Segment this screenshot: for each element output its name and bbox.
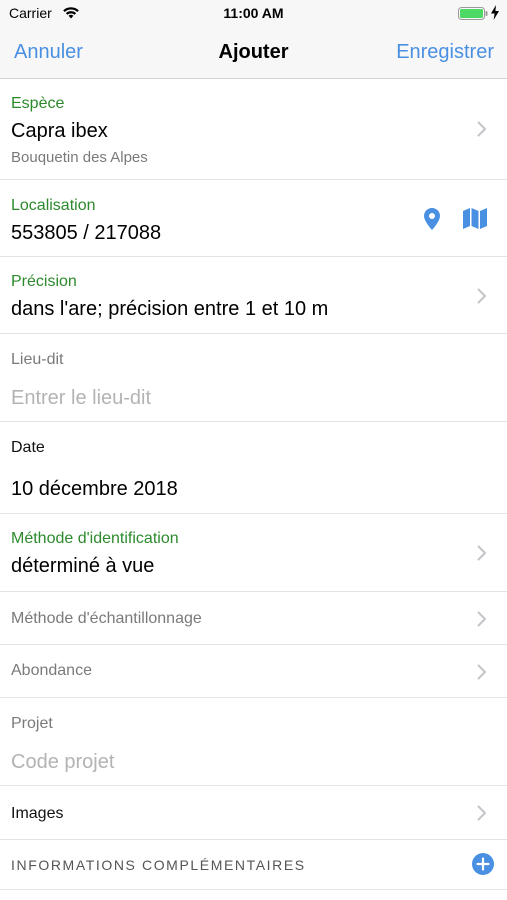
additional-info-section: INFORMATIONS COMPLÉMENTAIRES xyxy=(0,840,507,890)
identification-method-label: Méthode d'identification xyxy=(11,530,179,547)
location-row: Localisation 553805 / 217088 xyxy=(0,180,507,257)
navigation-bar: Annuler Ajouter Enregistrer xyxy=(0,26,507,79)
additional-info-title: INFORMATIONS COMPLÉMENTAIRES xyxy=(11,857,306,873)
save-button[interactable]: Enregistrer xyxy=(396,41,494,64)
status-bar: Carrier 11:00 AM xyxy=(0,0,507,26)
identification-method-value: déterminé à vue xyxy=(11,555,155,577)
species-common-name: Bouquetin des Alpes xyxy=(11,149,148,166)
location-pin-icon[interactable] xyxy=(424,208,440,235)
date-label: Date xyxy=(11,439,45,456)
abundance-row[interactable]: Abondance xyxy=(0,645,507,698)
precision-label: Précision xyxy=(11,273,77,290)
chevron-right-icon xyxy=(477,611,487,627)
clock-label: 11:00 AM xyxy=(223,5,284,21)
add-circle-icon[interactable] xyxy=(472,853,494,880)
chevron-right-icon xyxy=(477,545,487,561)
project-code-input[interactable]: Code projet xyxy=(11,751,114,774)
species-row[interactable]: Espèce Capra ibex Bouquetin des Alpes xyxy=(0,79,507,180)
chevron-right-icon xyxy=(477,288,487,304)
precision-value: dans l'are; précision entre 1 et 10 m xyxy=(11,298,329,320)
location-label: Localisation xyxy=(11,197,96,214)
charging-bolt-icon xyxy=(491,5,499,25)
date-value[interactable]: 10 décembre 2018 xyxy=(11,478,178,501)
chevron-right-icon xyxy=(477,664,487,680)
place-input[interactable]: Entrer le lieu-dit xyxy=(11,387,151,410)
project-label: Projet xyxy=(11,715,53,732)
location-value: 553805 / 217088 xyxy=(11,222,162,244)
date-row[interactable]: Date 10 décembre 2018 xyxy=(0,422,507,514)
precision-row[interactable]: Précision dans l'are; précision entre 1 … xyxy=(0,257,507,334)
species-value: Capra ibex xyxy=(11,120,108,142)
images-row[interactable]: Images xyxy=(0,786,507,840)
map-icon[interactable] xyxy=(463,208,487,234)
form-list: Espèce Capra ibex Bouquetin des Alpes Lo… xyxy=(0,79,507,890)
battery-icon xyxy=(458,7,488,25)
abundance-label: Abondance xyxy=(11,662,92,679)
place-label: Lieu-dit xyxy=(11,351,64,368)
species-label: Espèce xyxy=(11,95,65,112)
chevron-right-icon xyxy=(477,121,487,137)
identification-method-row[interactable]: Méthode d'identification déterminé à vue xyxy=(0,514,507,592)
project-row[interactable]: Projet Code projet xyxy=(0,698,507,786)
images-label: Images xyxy=(11,805,64,822)
sampling-method-row[interactable]: Méthode d'échantillonnage xyxy=(0,592,507,645)
chevron-right-icon xyxy=(477,805,487,821)
sampling-method-label: Méthode d'échantillonnage xyxy=(11,610,202,627)
place-row[interactable]: Lieu-dit Entrer le lieu-dit xyxy=(0,334,507,422)
